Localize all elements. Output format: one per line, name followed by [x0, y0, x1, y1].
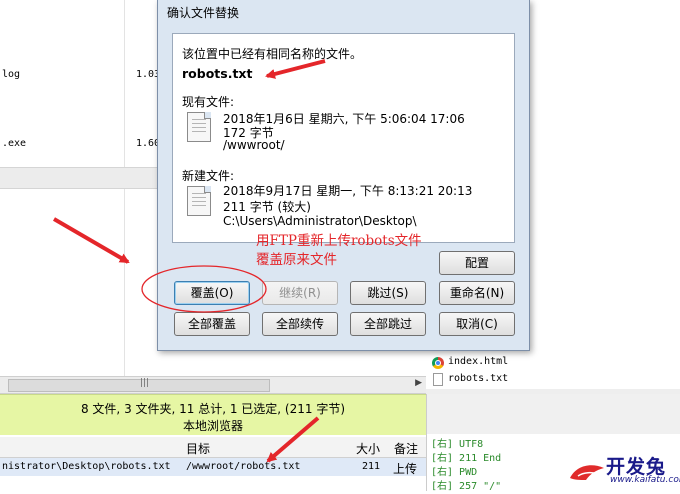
- log-line: [右] 257 "/": [431, 481, 502, 492]
- annotation-line: 覆盖原来文件: [256, 252, 337, 268]
- remote-file-name: robots.txt: [448, 373, 509, 384]
- local-file-name[interactable]: log: [2, 69, 20, 80]
- existing-file-heading: 现有文件:: [182, 95, 235, 109]
- local-status-bar: 8 文件, 3 文件夹, 11 总计, 1 已选定, (211 字节) 本地浏览…: [0, 394, 426, 435]
- configure-button[interactable]: 配置: [439, 251, 515, 275]
- queue-header: 目标 大小 备注: [0, 437, 426, 458]
- queue-column-size[interactable]: 大小: [356, 440, 380, 457]
- skip-button[interactable]: 跳过(S): [350, 281, 426, 305]
- queue-column-target[interactable]: 目标: [186, 440, 210, 457]
- status-summary: 8 文件, 3 文件夹, 11 总计, 1 已选定, (211 字节): [80, 402, 346, 416]
- remote-status-bar: [426, 394, 680, 434]
- continue-button[interactable]: 继续(R): [262, 281, 338, 305]
- horizontal-scrollbar[interactable]: ||| ▶: [0, 376, 426, 394]
- new-file-date: 2018年9月17日 星期一, 下午 8:13:21 20:13: [223, 184, 473, 198]
- existing-file-path: /wwwroot/: [223, 138, 285, 152]
- log-line: [右] PWD: [431, 467, 478, 478]
- skip-all-button[interactable]: 全部跳过: [350, 312, 426, 336]
- annotation-line: 用FTP重新上传robots文件: [256, 233, 422, 249]
- status-label: 本地浏览器: [182, 419, 243, 433]
- remote-file-name: index.html: [448, 356, 509, 367]
- document-icon: [187, 112, 211, 142]
- queue-column-note[interactable]: 备注: [394, 440, 418, 457]
- site-logo: 开发兔 www.kaifatu.com: [568, 448, 680, 491]
- dialog-content-panel: 该位置中已经有相同名称的文件。 robots.txt 现有文件: 2018年1月…: [172, 33, 515, 243]
- confirm-replace-dialog: 确认文件替换 该位置中已经有相同名称的文件。 robots.txt 现有文件: …: [157, 0, 530, 351]
- queue-empty-row: [0, 477, 426, 491]
- rabbit-logo-icon: [570, 465, 604, 480]
- continue-all-button[interactable]: 全部续传: [262, 312, 338, 336]
- dialog-message: 该位置中已经有相同名称的文件。: [182, 47, 363, 61]
- scroll-right-arrow-icon[interactable]: ▶: [415, 378, 422, 388]
- logo-site: www.kaifatu.com: [610, 475, 680, 485]
- log-line: [右] 211 End: [431, 453, 502, 464]
- queue-size: 211: [362, 461, 381, 472]
- queue-target: /wwwroot/robots.txt: [186, 461, 301, 472]
- rename-button[interactable]: 重命名(N): [439, 281, 515, 305]
- grip-icon: |||: [140, 378, 150, 388]
- new-file-path: C:\Users\Administrator\Desktop\: [223, 214, 417, 228]
- overwrite-all-button[interactable]: 全部覆盖: [174, 312, 250, 336]
- scrollbar-thumb[interactable]: [8, 379, 270, 392]
- log-line: [右] UTF8: [431, 439, 484, 450]
- cancel-button[interactable]: 取消(C): [439, 312, 515, 336]
- document-icon: [187, 186, 211, 216]
- local-file-name[interactable]: .exe: [2, 138, 26, 149]
- file-name: robots.txt: [182, 66, 253, 81]
- queue-row[interactable]: nistrator\Desktop\robots.txt /wwwroot/ro…: [0, 458, 426, 493]
- queue-source: nistrator\Desktop\robots.txt: [2, 461, 171, 472]
- chrome-file-icon: [432, 357, 444, 369]
- annotation-text: 用FTP重新上传robots文件 覆盖原来文件: [256, 232, 422, 270]
- text-file-icon: [433, 373, 443, 386]
- dialog-title: 确认文件替换: [167, 6, 240, 20]
- overwrite-button[interactable]: 覆盖(O): [174, 281, 250, 305]
- pane-separator: [0, 167, 160, 189]
- new-file-size: 211 字节 (较大): [223, 200, 311, 214]
